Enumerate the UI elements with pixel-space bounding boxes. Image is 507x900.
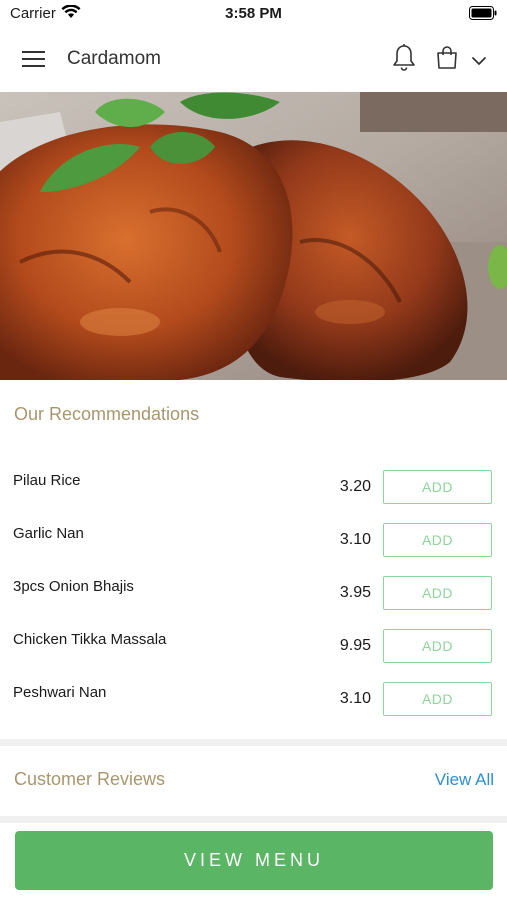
list-item: 3pcs Onion Bhajis 3.95 ADD bbox=[0, 570, 507, 623]
reviews-title: Customer Reviews bbox=[14, 769, 166, 789]
view-menu-button[interactable]: VIEW MENU bbox=[15, 831, 493, 890]
status-time: 3:58 PM bbox=[225, 5, 282, 22]
app-header: Cardamom bbox=[0, 26, 507, 92]
status-bar: Carrier 3:58 PM bbox=[0, 0, 507, 26]
menu-icon[interactable] bbox=[22, 50, 46, 73]
add-button[interactable]: ADD bbox=[383, 629, 492, 663]
list-item: Chicken Tikka Massala 9.95 ADD bbox=[0, 623, 507, 676]
list-item: Peshwari Nan 3.10 ADD bbox=[0, 676, 507, 729]
restaurant-name: Cardamom bbox=[67, 48, 161, 69]
hero-food-image bbox=[0, 92, 507, 380]
add-button[interactable]: ADD bbox=[383, 470, 492, 504]
item-name: 3pcs Onion Bhajis bbox=[13, 578, 134, 595]
item-price: 3.10 bbox=[339, 531, 371, 548]
shopping-bag-icon[interactable] bbox=[436, 46, 458, 75]
item-name: Pilau Rice bbox=[13, 472, 81, 489]
battery-icon bbox=[469, 6, 497, 25]
item-name: Peshwari Nan bbox=[13, 684, 107, 701]
add-button[interactable]: ADD bbox=[383, 576, 492, 610]
add-button[interactable]: ADD bbox=[383, 682, 492, 716]
chevron-down-icon[interactable] bbox=[471, 53, 487, 71]
section-divider bbox=[0, 739, 507, 746]
item-name: Chicken Tikka Massala bbox=[13, 631, 167, 648]
add-button[interactable]: ADD bbox=[383, 523, 492, 557]
bell-icon[interactable] bbox=[392, 44, 416, 77]
item-price: 3.10 bbox=[339, 690, 371, 707]
item-price: 3.95 bbox=[339, 584, 371, 601]
section-divider bbox=[0, 816, 507, 823]
item-name: Garlic Nan bbox=[13, 525, 84, 542]
view-all-link[interactable]: View All bbox=[435, 770, 494, 790]
item-price: 9.95 bbox=[339, 637, 371, 654]
recommendations-list: Pilau Rice 3.20 ADD Garlic Nan 3.10 ADD … bbox=[0, 464, 507, 729]
list-item: Pilau Rice 3.20 ADD bbox=[0, 464, 507, 517]
recommendations-title: Our Recommendations bbox=[14, 404, 200, 424]
item-price: 3.20 bbox=[339, 478, 371, 495]
list-item: Garlic Nan 3.10 ADD bbox=[0, 517, 507, 570]
